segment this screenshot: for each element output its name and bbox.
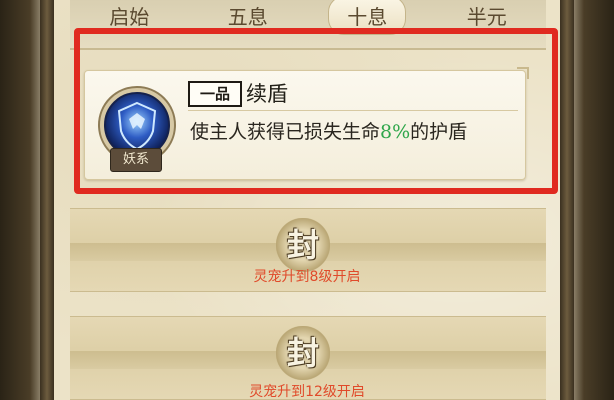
- unlock-text-1: 灵宠升到8级开启: [253, 269, 361, 285]
- frame-left-edge: [40, 0, 54, 400]
- seal-icon: 封: [276, 326, 330, 380]
- highlight-box: [74, 28, 558, 194]
- pet-skill-panel: 启始 五息 十息 半元 妖系 一品 续盾 使主人获得已损失生命8%的护盾 封 灵…: [0, 0, 614, 400]
- seal-icon: 封: [276, 218, 330, 272]
- frame-right-edge: [560, 0, 574, 400]
- unlock-text-2: 灵宠升到12级开启: [249, 384, 365, 400]
